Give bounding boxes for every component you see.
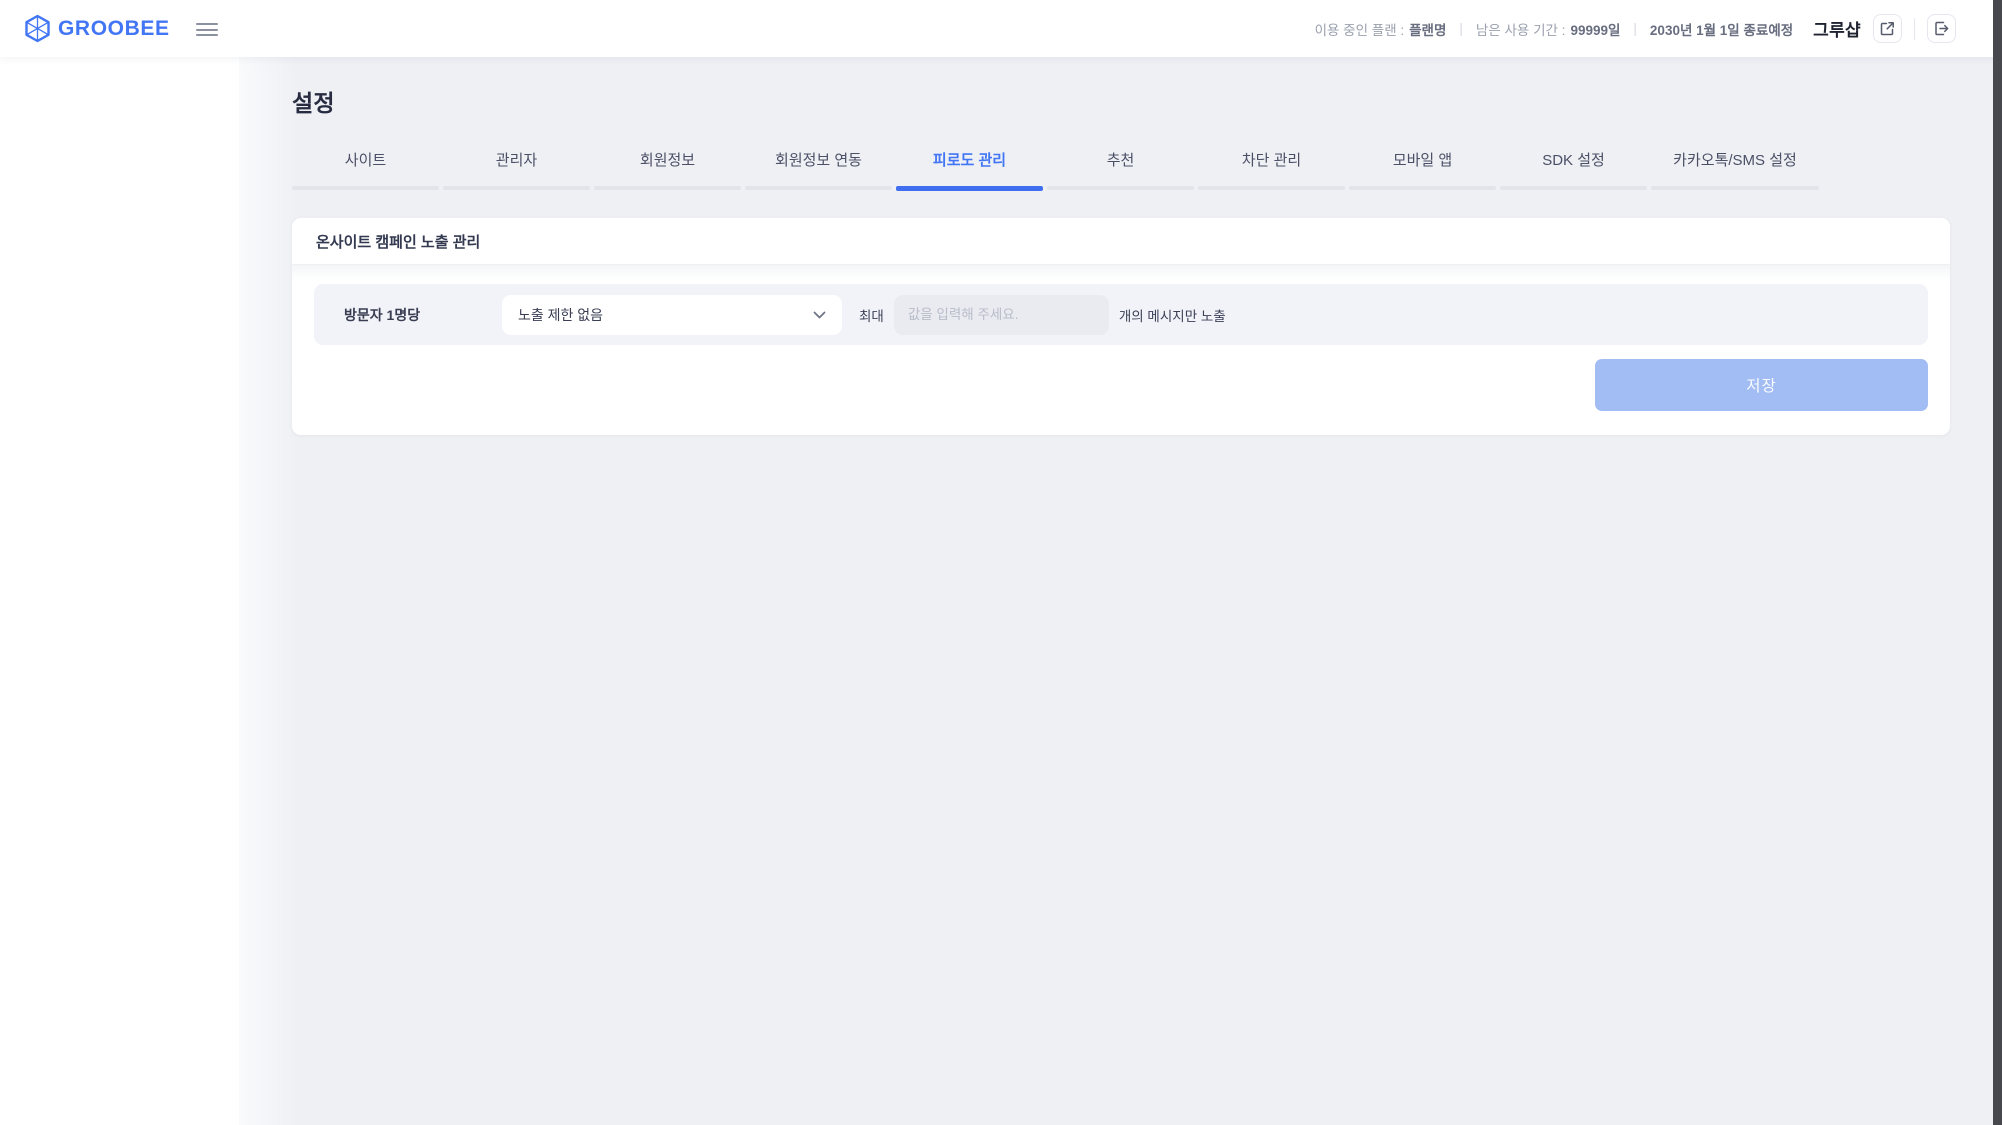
top-header: GROOBEE 이용 중인 플랜 : 플랜명 | 남은 사용 기간 : 9999… xyxy=(0,0,2002,57)
save-button[interactable]: 저장 xyxy=(1595,359,1928,411)
brand-logo[interactable]: GROOBEE xyxy=(24,14,170,43)
header-right: 이용 중인 플랜 : 플랜명 | 남은 사용 기간 : 99999일 | 203… xyxy=(1315,14,2002,43)
tab-7[interactable]: 모바일 앱 xyxy=(1349,149,1496,191)
tab-label: 추천 xyxy=(1047,149,1194,186)
tab-4[interactable]: 피로도 관리 xyxy=(896,149,1043,191)
settings-tab-bar: 사이트관리자회원정보회원정보 연동피로도 관리추천차단 관리모바일 앱SDK 설… xyxy=(292,149,1950,191)
card-title: 온사이트 캠페인 노출 관리 xyxy=(292,218,1950,265)
tab-underline xyxy=(292,186,439,190)
tab-label: 피로도 관리 xyxy=(896,149,1043,186)
main-content: 설정 사이트관리자회원정보회원정보 연동피로도 관리추천차단 관리모바일 앱SD… xyxy=(240,57,1993,1125)
plan-label: 이용 중인 플랜 : xyxy=(1315,19,1405,39)
tab-label: 회원정보 연동 xyxy=(745,149,892,186)
hamburger-menu-icon[interactable] xyxy=(196,23,218,36)
tab-underline xyxy=(1349,186,1496,190)
tab-underline xyxy=(896,186,1043,191)
visitor-per-label: 방문자 1명당 xyxy=(344,305,502,325)
max-count-input[interactable] xyxy=(894,295,1109,335)
tab-underline xyxy=(1500,186,1647,190)
remaining-value: 99999일 xyxy=(1570,19,1620,39)
max-label: 최대 xyxy=(859,305,884,325)
chevron-down-icon xyxy=(813,311,826,319)
tab-label: 회원정보 xyxy=(594,149,741,186)
exposure-limit-value: 노출 제한 없음 xyxy=(518,305,603,325)
groobee-hexagon-icon xyxy=(24,14,51,43)
shop-name: 그루샵 xyxy=(1813,16,1861,41)
page-title: 설정 xyxy=(292,84,1950,118)
tab-underline xyxy=(594,186,741,190)
logout-icon xyxy=(1934,21,1949,36)
external-link-icon xyxy=(1880,21,1895,36)
tab-label: 모바일 앱 xyxy=(1349,149,1496,186)
tab-underline xyxy=(1047,186,1194,190)
tab-3[interactable]: 회원정보 연동 xyxy=(745,149,892,191)
icon-divider xyxy=(1914,18,1915,40)
fatigue-settings-card: 온사이트 캠페인 노출 관리 방문자 1명당 노출 제한 없음 최대 개 xyxy=(292,218,1950,435)
logout-button[interactable] xyxy=(1927,14,1956,43)
tab-8[interactable]: SDK 설정 xyxy=(1500,149,1647,191)
tab-underline xyxy=(1651,186,1819,190)
tab-underline xyxy=(745,186,892,190)
tab-underline xyxy=(1198,186,1345,190)
expiry-date: 2030년 1월 1일 종료예정 xyxy=(1650,19,1793,39)
divider: | xyxy=(1633,21,1637,36)
tab-label: 차단 관리 xyxy=(1198,149,1345,186)
plan-info: 이용 중인 플랜 : 플랜명 | 남은 사용 기간 : 99999일 | 203… xyxy=(1315,19,1794,39)
messages-only-suffix: 개의 메시지만 노출 xyxy=(1119,305,1226,325)
open-shop-button[interactable] xyxy=(1873,14,1902,43)
remaining-label: 남은 사용 기간 : xyxy=(1476,19,1566,39)
tab-underline xyxy=(443,186,590,190)
tab-2[interactable]: 회원정보 xyxy=(594,149,741,191)
tab-5[interactable]: 추천 xyxy=(1047,149,1194,191)
fatigue-rule-row: 방문자 1명당 노출 제한 없음 최대 개의 메시지만 노출 xyxy=(314,284,1928,345)
brand-name: GROOBEE xyxy=(58,17,170,41)
tab-label: SDK 설정 xyxy=(1500,149,1647,186)
tab-9[interactable]: 카카오톡/SMS 설정 xyxy=(1651,149,1819,191)
tab-0[interactable]: 사이트 xyxy=(292,149,439,191)
tab-label: 사이트 xyxy=(292,149,439,186)
tab-label: 관리자 xyxy=(443,149,590,186)
tab-1[interactable]: 관리자 xyxy=(443,149,590,191)
divider: | xyxy=(1459,21,1463,36)
plan-value: 플랜명 xyxy=(1409,19,1446,39)
sidebar xyxy=(0,57,240,1125)
tab-label: 카카오톡/SMS 설정 xyxy=(1651,149,1819,186)
exposure-limit-select[interactable]: 노출 제한 없음 xyxy=(502,295,842,335)
tab-6[interactable]: 차단 관리 xyxy=(1198,149,1345,191)
scrollbar-gutter[interactable] xyxy=(1993,0,2002,1125)
logo-zone: GROOBEE xyxy=(0,0,240,57)
